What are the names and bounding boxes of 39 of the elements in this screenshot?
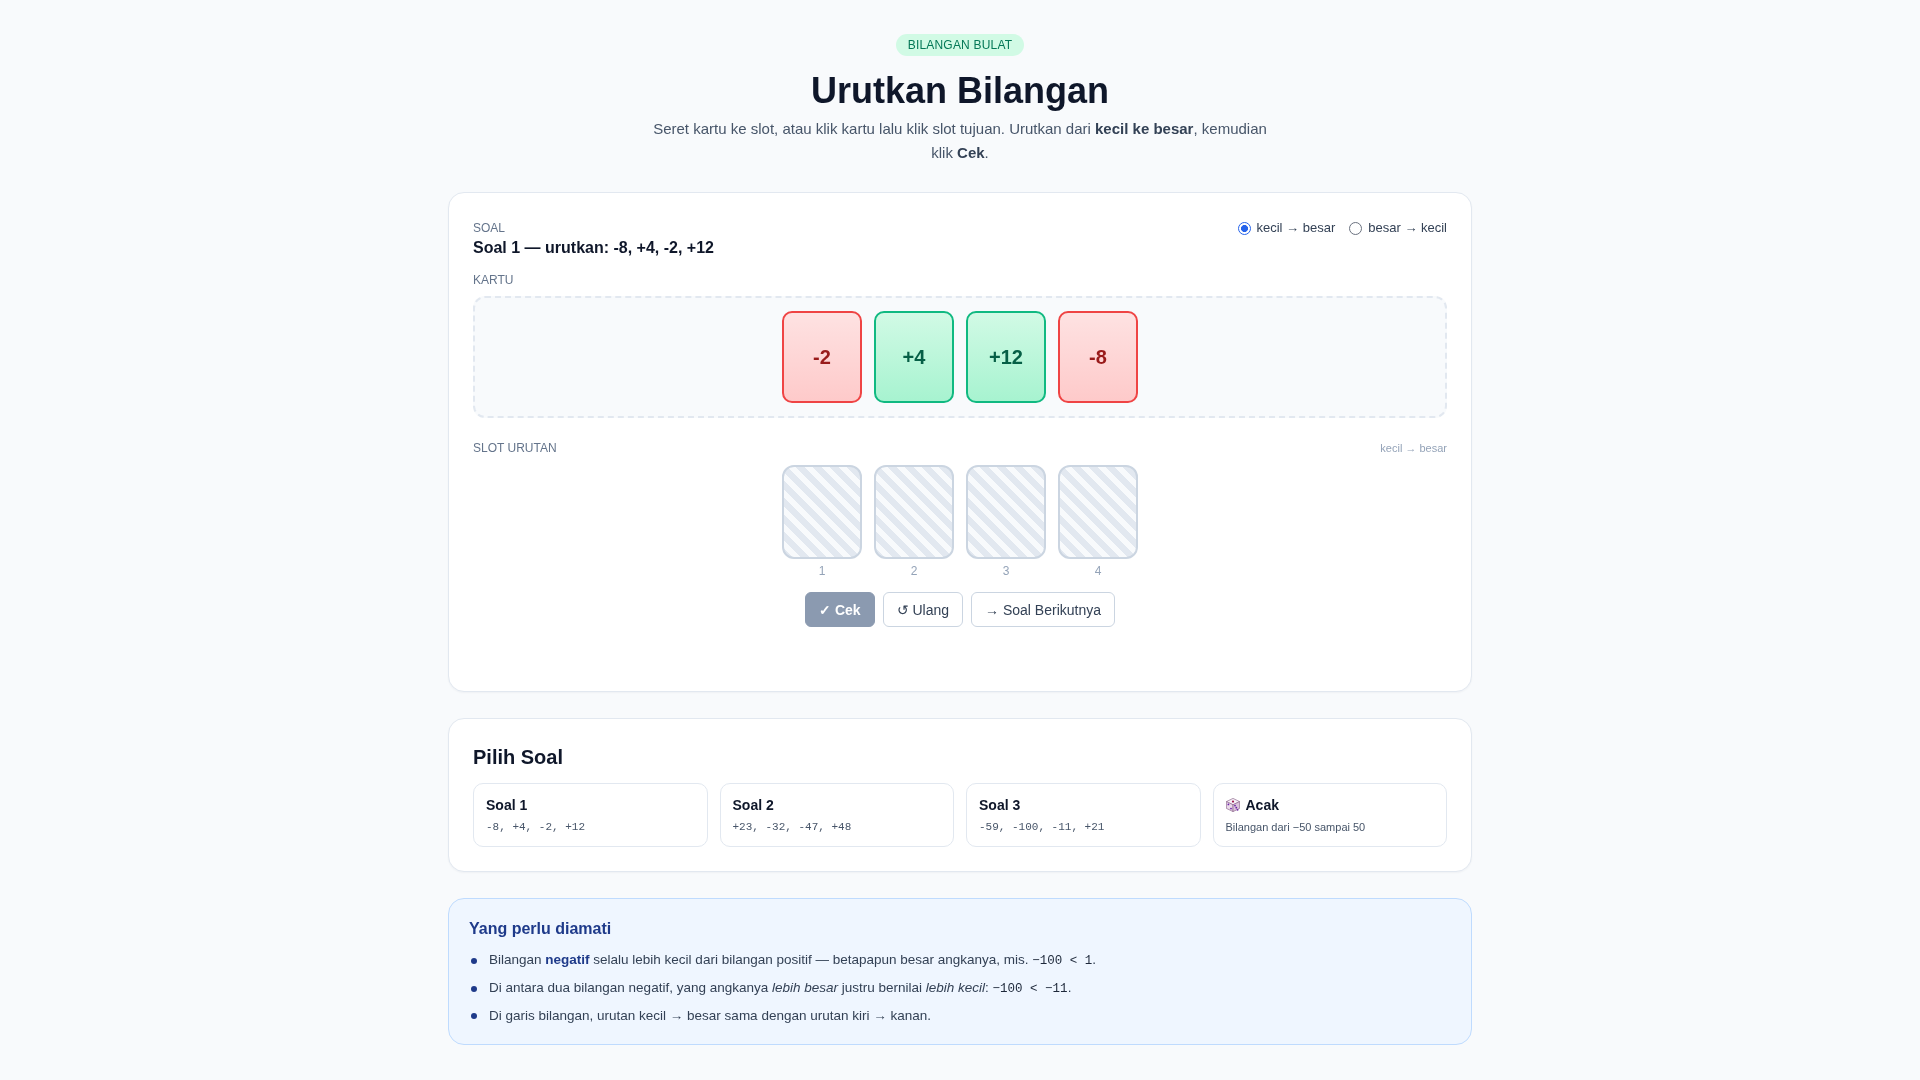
note-text: Di garis bilangan, urutan kecil → besar sama dengan urutan kiri → kanan.	[489, 1007, 931, 1025]
radio-icon[interactable]	[1349, 221, 1363, 235]
problem-option[interactable]: Soal 1 -8, +4, -2, +12	[473, 783, 708, 847]
number-card[interactable]: +12	[966, 311, 1046, 403]
section-label: SOAL	[473, 220, 505, 236]
note-text: Di antara dua bilangan negatif, yang angkanya lebih besar justru bernilai lebih kecil: −100 < −11.	[489, 979, 1072, 998]
reset-button[interactable]: ↺ Ulang	[882, 592, 964, 627]
order-option[interactable]: besar → kecil	[1349, 220, 1447, 236]
order-hint: kecil → besar	[1380, 441, 1447, 456]
drop-slot[interactable]	[874, 465, 954, 559]
problem-option[interactable]: Soal 3 -59, -100, -11, +21	[966, 783, 1201, 847]
question-text: Soal 1 — urutkan: -8, +4, -2, +12	[473, 238, 714, 258]
drop-slot[interactable]	[1058, 465, 1138, 559]
drop-slot[interactable]	[966, 465, 1046, 559]
section-label: SLOT URUTAN	[473, 440, 557, 456]
radio-icon[interactable]	[1237, 221, 1251, 235]
slot-number: 4	[1094, 563, 1102, 579]
instructions-text: Seret kartu ke slot, atau klik kartu lalu klik slot tujuan. Urutkan dari kecil ke besar, kemudian klik Cek.	[652, 119, 1268, 163]
problem-option[interactable]: Soal 2 +23, -32, -47, +48	[719, 783, 954, 847]
slot-number: 1	[818, 563, 826, 579]
problem-option[interactable]: Acak Bilangan dari −50 sampai 50	[1212, 783, 1447, 847]
page-title: Urutkan Bilangan	[810, 69, 1109, 113]
number-card[interactable]: +4	[874, 311, 954, 403]
slot-number: 2	[910, 563, 918, 579]
slot-number: 3	[1002, 563, 1010, 579]
number-card[interactable]: -2	[782, 311, 862, 403]
note-text: Bilangan negatif selalu lebih kecil dari bilangan positif — betapapun besar angkanya, mis. −100 < 1.	[489, 951, 1097, 970]
section-label: KARTU	[473, 272, 514, 288]
dice-icon	[1225, 798, 1240, 812]
drop-slot[interactable]	[782, 465, 862, 559]
panel-title: Pilih Soal	[473, 745, 564, 770]
bullet-icon	[471, 985, 477, 992]
bullet-icon	[471, 957, 477, 964]
next-button[interactable]: → Soal Berikutnya	[971, 592, 1115, 627]
number-card[interactable]: -8	[1058, 311, 1138, 403]
order-option[interactable]: kecil → besar	[1237, 220, 1336, 236]
bullet-icon	[471, 1013, 477, 1019]
topic-badge: BILANGAN BULAT	[895, 34, 1025, 56]
notes-title: Yang perlu diamati	[469, 919, 612, 939]
